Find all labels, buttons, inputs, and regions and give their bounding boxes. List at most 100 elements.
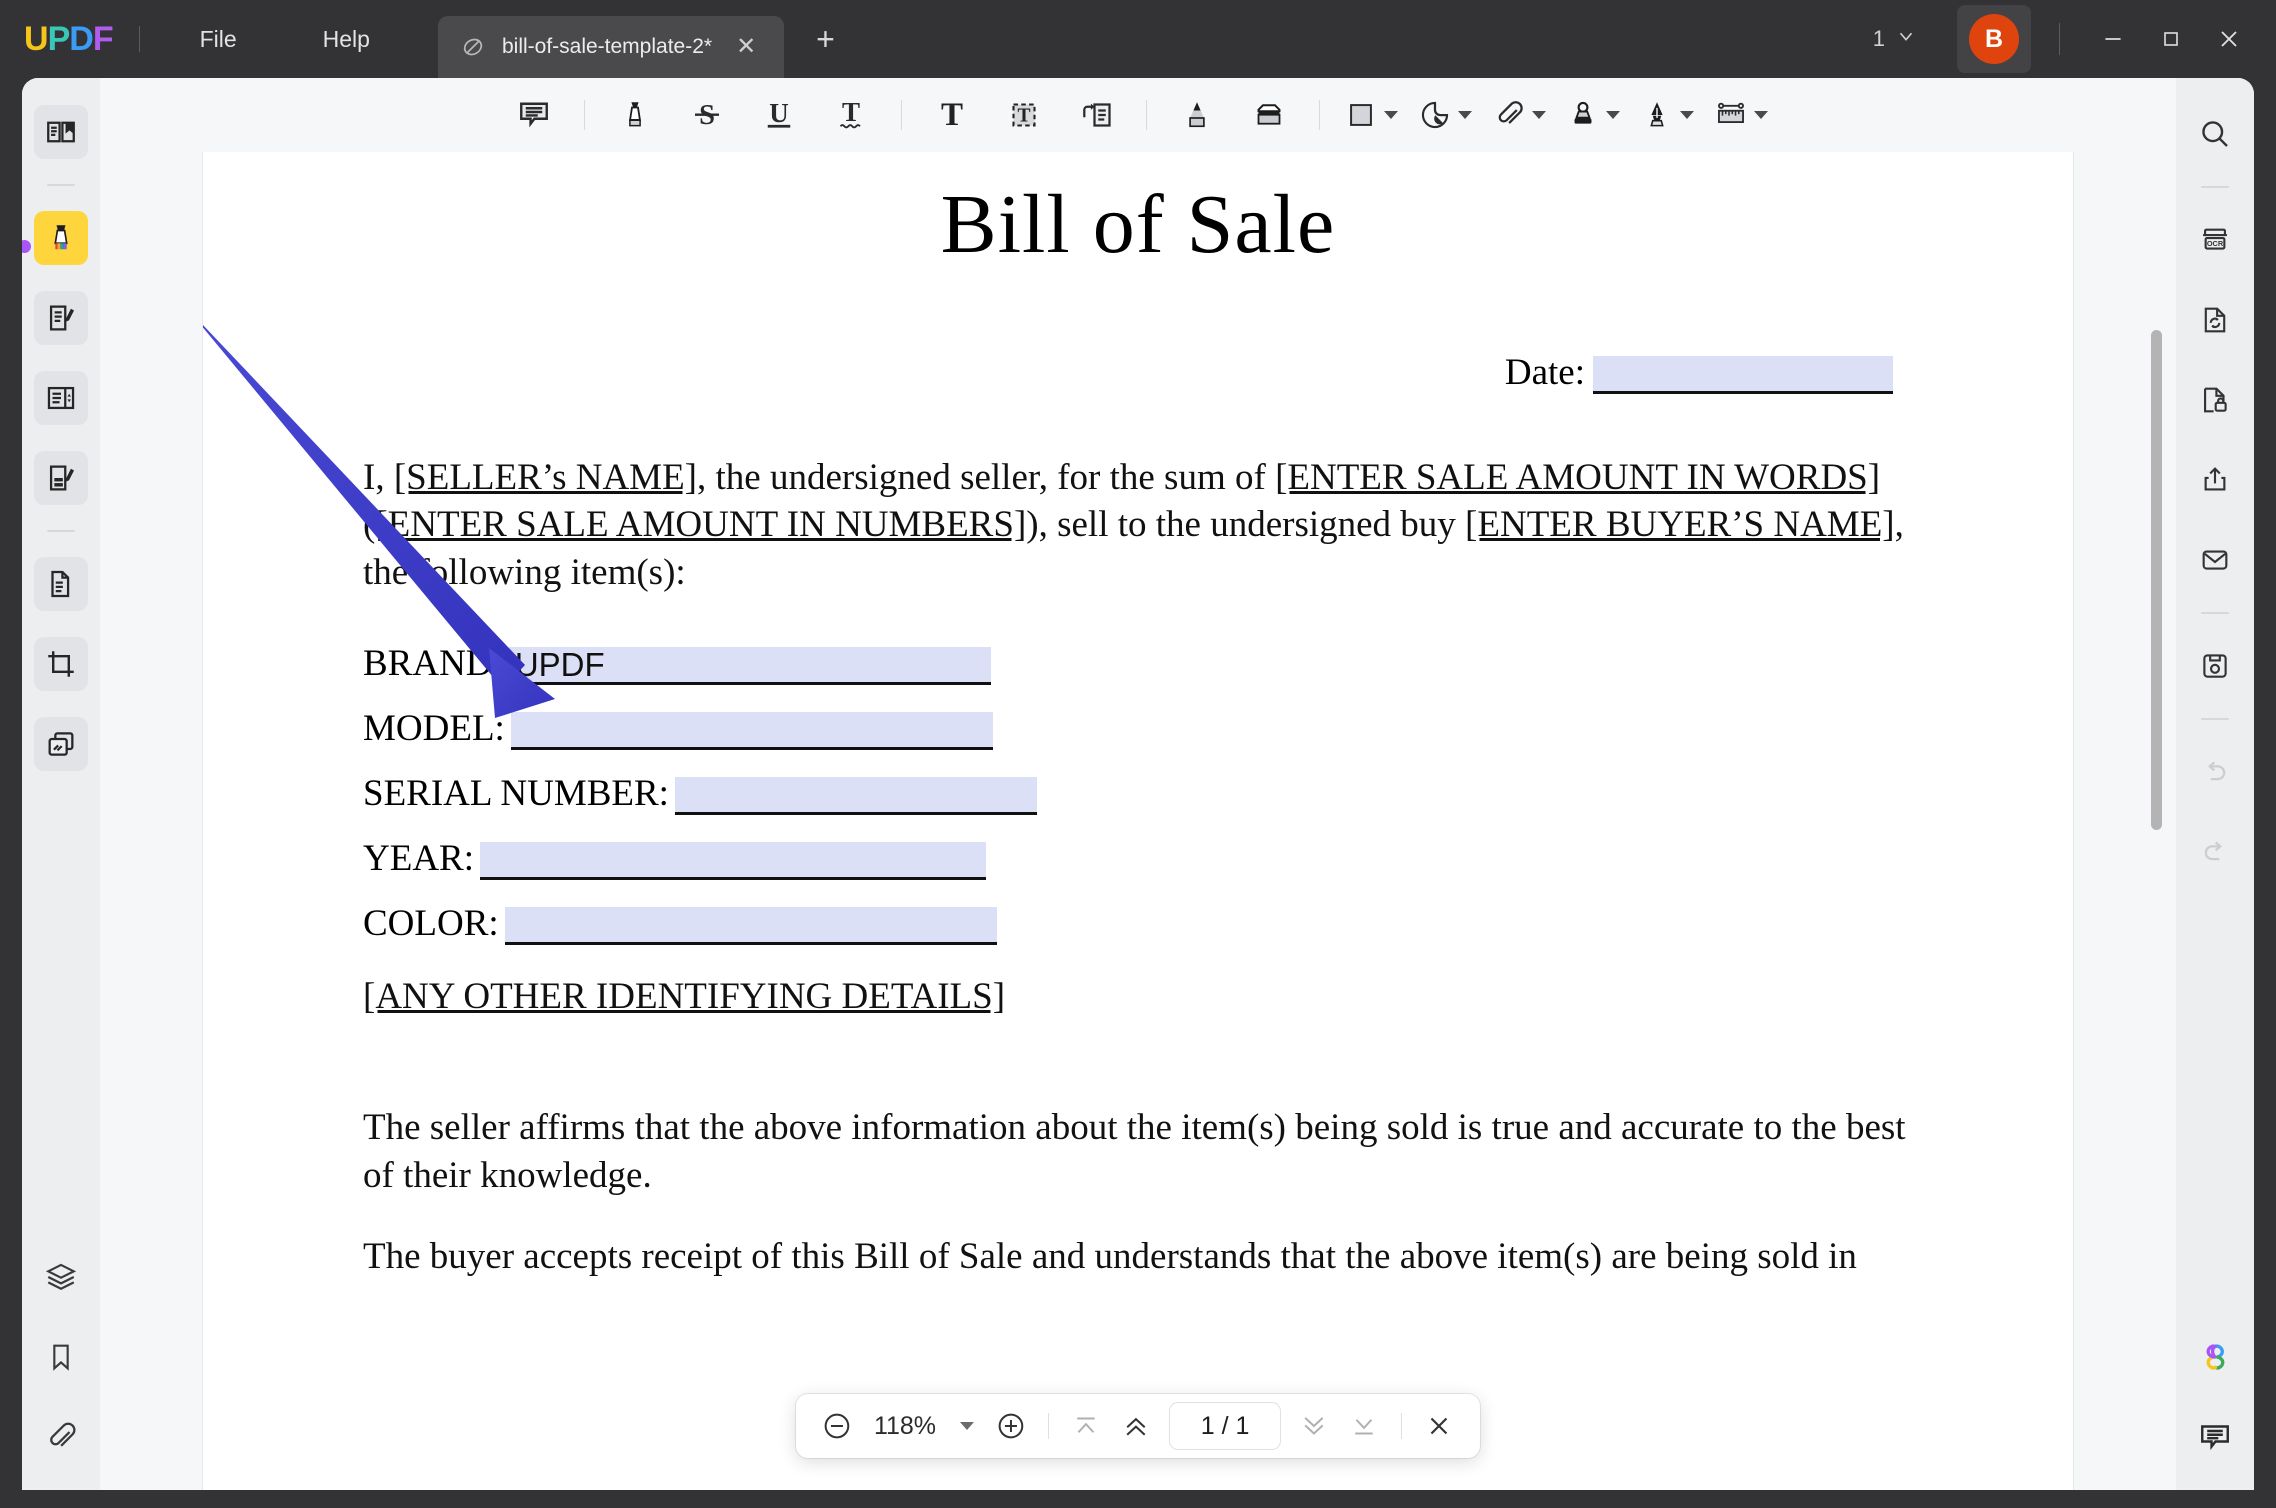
document-tab[interactable]: bill-of-sale-template-2* ✕	[437, 16, 785, 78]
square-shape-icon	[1350, 104, 1372, 126]
next-page-button[interactable]	[1291, 1403, 1337, 1449]
sidebar-attach[interactable]	[34, 1410, 88, 1464]
close-window-button[interactable]	[2200, 16, 2258, 62]
previous-page-button[interactable]	[1113, 1403, 1159, 1449]
right-ai-assistant[interactable]	[2188, 1330, 2242, 1384]
sidebar-page-tools[interactable]	[34, 371, 88, 425]
field-color[interactable]	[504, 907, 997, 946]
sidebar-fill-sign[interactable]	[34, 451, 88, 505]
sidebar-crop[interactable]	[34, 637, 88, 691]
svg-text:T: T	[941, 97, 963, 133]
field-year[interactable]	[480, 842, 986, 881]
tool-measure[interactable]	[1710, 89, 1772, 141]
tool-signature[interactable]	[1636, 89, 1698, 141]
menu-file[interactable]: File	[180, 18, 257, 61]
strikethrough-s-icon: S	[695, 100, 719, 131]
close-navigation-toolbar-button[interactable]	[1416, 1403, 1462, 1449]
sidebar-comment[interactable]	[34, 211, 88, 265]
squiggly-t-icon: T	[839, 97, 861, 129]
right-email[interactable]	[2188, 533, 2242, 587]
fountain-pen-icon	[1650, 102, 1664, 127]
right-undo[interactable]	[2188, 745, 2242, 799]
pdf-page[interactable]: Bill of Sale Date: I, [SELLER’s NAME], t…	[203, 152, 2073, 1490]
ocr-icon: OCR	[2203, 228, 2227, 250]
share-upload-icon	[2204, 467, 2226, 491]
menu-help[interactable]: Help	[303, 18, 390, 61]
form-row-year: YEAR:	[363, 837, 2073, 881]
date-row: Date:	[203, 351, 2073, 394]
tool-eraser[interactable]	[1241, 89, 1297, 141]
sidebar-layers[interactable]	[34, 1250, 88, 1304]
tool-shapes[interactable]	[1340, 89, 1402, 141]
tool-highlight[interactable]	[607, 89, 663, 141]
sidebar-reader[interactable]	[34, 105, 88, 159]
tool-text-box[interactable]: T	[924, 89, 980, 141]
sidebar-edit-pdf[interactable]	[34, 291, 88, 345]
right-divider-2	[2201, 612, 2229, 614]
tool-pencil[interactable]	[1169, 89, 1225, 141]
stamp-icon	[1574, 101, 1592, 124]
document-viewport[interactable]: Bill of Sale Date: I, [SELLER’s NAME], t…	[100, 152, 2176, 1490]
zoom-in-button[interactable]	[988, 1403, 1034, 1449]
maximize-button[interactable]	[2142, 16, 2200, 62]
tool-sticker[interactable]	[1414, 89, 1476, 141]
tool-strikethrough[interactable]: S	[679, 89, 735, 141]
tool-note[interactable]	[506, 89, 562, 141]
envelope-icon	[2202, 550, 2228, 570]
zoom-chevron-down-icon[interactable]	[960, 1422, 975, 1430]
logo-letter-f: F	[92, 19, 114, 58]
right-comments[interactable]	[2188, 1410, 2242, 1464]
toolbar-divider-4	[1319, 100, 1320, 130]
logo-letter-u: U	[24, 19, 49, 58]
field-model[interactable]	[510, 712, 993, 751]
right-share[interactable]	[2188, 453, 2242, 507]
right-sidebar: OCR	[2176, 78, 2254, 1490]
page-badge-value: 1	[1872, 26, 1885, 51]
right-redo[interactable]	[2188, 825, 2242, 879]
underline-u-icon: U	[767, 98, 791, 128]
zoom-level[interactable]: 118%	[864, 1412, 946, 1441]
sidebar-organize[interactable]	[34, 557, 88, 611]
vertical-scrollbar[interactable]	[2151, 330, 2162, 830]
tool-attachment[interactable]	[1488, 89, 1550, 141]
svg-text:OCR: OCR	[2207, 239, 2224, 248]
item-fields: BRAND: UPDF MODEL: SERIAL NUMBER: YEAR: …	[203, 642, 2073, 946]
page-badge-dropdown[interactable]: 1	[1863, 19, 1927, 59]
page-panel-icon	[47, 386, 75, 410]
right-save[interactable]	[2188, 639, 2242, 693]
close-tab-icon[interactable]: ✕	[728, 31, 764, 63]
sidebar-collapse-dot[interactable]	[22, 240, 31, 253]
right-ocr[interactable]: OCR	[2188, 213, 2242, 267]
toolbar-divider-1	[584, 100, 585, 130]
right-search[interactable]	[2188, 107, 2242, 161]
field-brand[interactable]: UPDF	[508, 646, 991, 686]
account-button[interactable]: B	[1957, 5, 2031, 73]
date-input[interactable]	[1593, 356, 1893, 394]
right-protect[interactable]	[2188, 373, 2242, 427]
avatar: B	[1969, 14, 2019, 64]
tool-sticky-note[interactable]	[1068, 89, 1124, 141]
highlighter-icon	[628, 102, 642, 127]
first-page-button[interactable]	[1063, 1403, 1109, 1449]
tool-squiggly[interactable]: T	[823, 89, 879, 141]
right-convert[interactable]	[2188, 293, 2242, 347]
tool-underline[interactable]: U	[751, 89, 807, 141]
form-row-color: COLOR:	[363, 902, 2073, 946]
last-page-button[interactable]	[1341, 1403, 1387, 1449]
eraser-icon	[1257, 104, 1281, 125]
minimize-button[interactable]	[2084, 16, 2142, 62]
tool-text-callout[interactable]: T	[996, 89, 1052, 141]
chevron-down-icon	[1895, 25, 1917, 53]
zoom-out-button[interactable]	[814, 1403, 860, 1449]
sidebar-bookmarks[interactable]	[34, 1330, 88, 1384]
file-lock-icon	[2204, 387, 2227, 413]
page-indicator[interactable]: 1 / 1	[1169, 1402, 1282, 1450]
field-serial[interactable]	[674, 777, 1037, 816]
redo-arrow-icon	[2204, 841, 2222, 861]
tool-stamp[interactable]	[1562, 89, 1624, 141]
new-tab-button[interactable]: +	[806, 21, 845, 57]
other-details-text: [ANY OTHER IDENTIFYING DETAILS]	[363, 976, 1006, 1018]
paragraph-seller-affirms: The seller affirms that the above inform…	[363, 1107, 1906, 1196]
sidebar-batch[interactable]	[34, 717, 88, 771]
floppy-save-icon	[2203, 654, 2227, 678]
